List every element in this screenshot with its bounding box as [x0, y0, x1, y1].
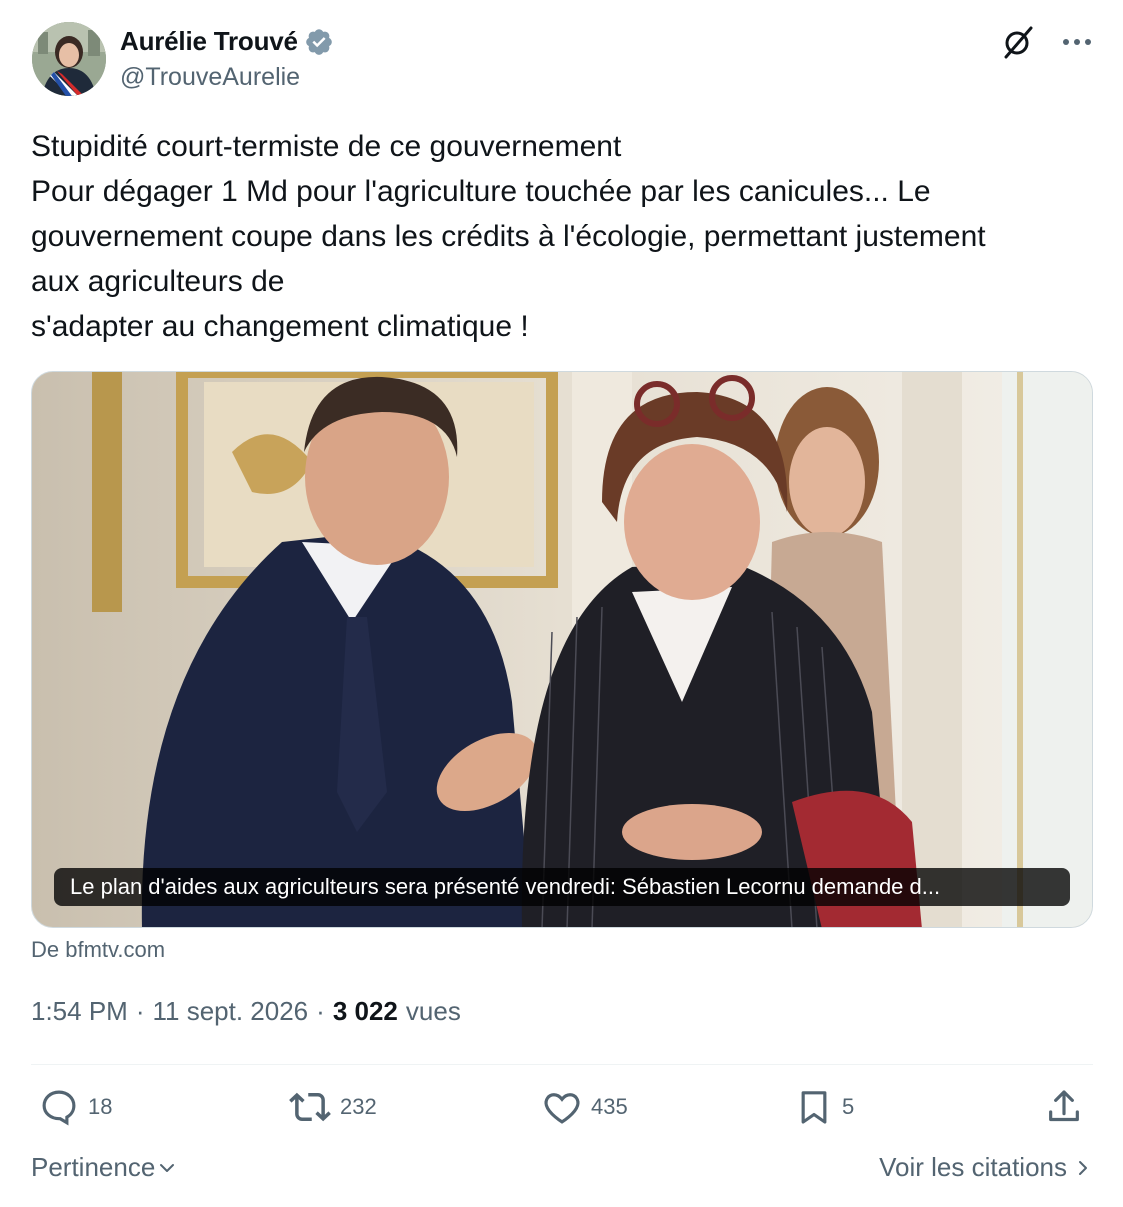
- author-handle[interactable]: @TrouveAurelie: [120, 63, 334, 92]
- view-quotes-label: Voir les citations: [879, 1152, 1067, 1182]
- avatar[interactable]: [32, 22, 106, 96]
- meta-separator: ·: [316, 996, 325, 1026]
- tweet-text-line: gouvernement coupe dans les crédits à l'…: [31, 220, 986, 253]
- tweet-header: Aurélie Trouvé @TrouveAurelie: [32, 22, 1092, 98]
- tweet-date[interactable]: 11 sept. 2026: [153, 996, 309, 1027]
- more-icon[interactable]: [1062, 37, 1092, 47]
- link-card-source[interactable]: De bfmtv.com: [31, 937, 165, 963]
- tweet-text-line: Pour dégager 1 Md pour l'agriculture tou…: [31, 175, 931, 208]
- retweet-button[interactable]: 232: [288, 1086, 377, 1128]
- tweet-text-line: aux agriculteurs de: [31, 265, 285, 298]
- grok-icon[interactable]: [1000, 24, 1036, 60]
- meta-separator: ·: [135, 996, 145, 1026]
- share-icon: [1049, 1090, 1079, 1122]
- reply-count: 18: [88, 1094, 113, 1119]
- tweet-actions: 18 232 435 5: [38, 1086, 1088, 1132]
- bookmark-button[interactable]: 5: [794, 1086, 854, 1128]
- reply-button[interactable]: 18: [38, 1086, 112, 1128]
- divider: [31, 1064, 1093, 1065]
- bookmark-icon: [801, 1091, 827, 1124]
- view-quotes-link[interactable]: Voir les citations: [879, 1152, 1091, 1183]
- like-button[interactable]: 435: [541, 1086, 628, 1128]
- link-card-image[interactable]: Le plan d'aides aux agriculteurs sera pr…: [31, 371, 1093, 928]
- link-card-caption[interactable]: Le plan d'aides aux agriculteurs sera pr…: [54, 868, 1070, 906]
- chevron-right-icon: [1079, 1160, 1087, 1175]
- tweet-text-line: s'adapter au changement climatique !: [31, 310, 529, 343]
- tweet-text-line: Stupidité court-termiste de ce gouvernem…: [31, 130, 622, 163]
- tweet-text: Stupidité court-termiste de ce gouvernem…: [31, 124, 1096, 349]
- tweet-meta: 1:54 PM · 11 sept. 2026 · 3 022 vues: [31, 996, 461, 1027]
- tweet-time[interactable]: 1:54 PM: [31, 996, 128, 1027]
- share-button[interactable]: [1044, 1086, 1084, 1128]
- sort-dropdown[interactable]: Pertinence: [31, 1152, 177, 1183]
- like-icon: [544, 1093, 580, 1124]
- views-count: 3 022: [332, 996, 398, 1026]
- author-info: Aurélie Trouvé @TrouveAurelie: [120, 26, 334, 92]
- views-label: vues: [405, 996, 461, 1026]
- bookmark-count: 5: [842, 1094, 855, 1119]
- sort-label: Pertinence: [31, 1152, 156, 1182]
- retweet-count: 232: [340, 1094, 377, 1119]
- author-display-name[interactable]: Aurélie Trouvé: [120, 26, 298, 57]
- like-count: 435: [591, 1094, 628, 1119]
- tweet-top-actions: [1000, 24, 1092, 60]
- chevron-down-icon: [160, 1163, 175, 1172]
- reply-icon: [42, 1090, 76, 1126]
- verified-badge-icon[interactable]: [304, 27, 334, 57]
- retweet-icon: [289, 1092, 331, 1122]
